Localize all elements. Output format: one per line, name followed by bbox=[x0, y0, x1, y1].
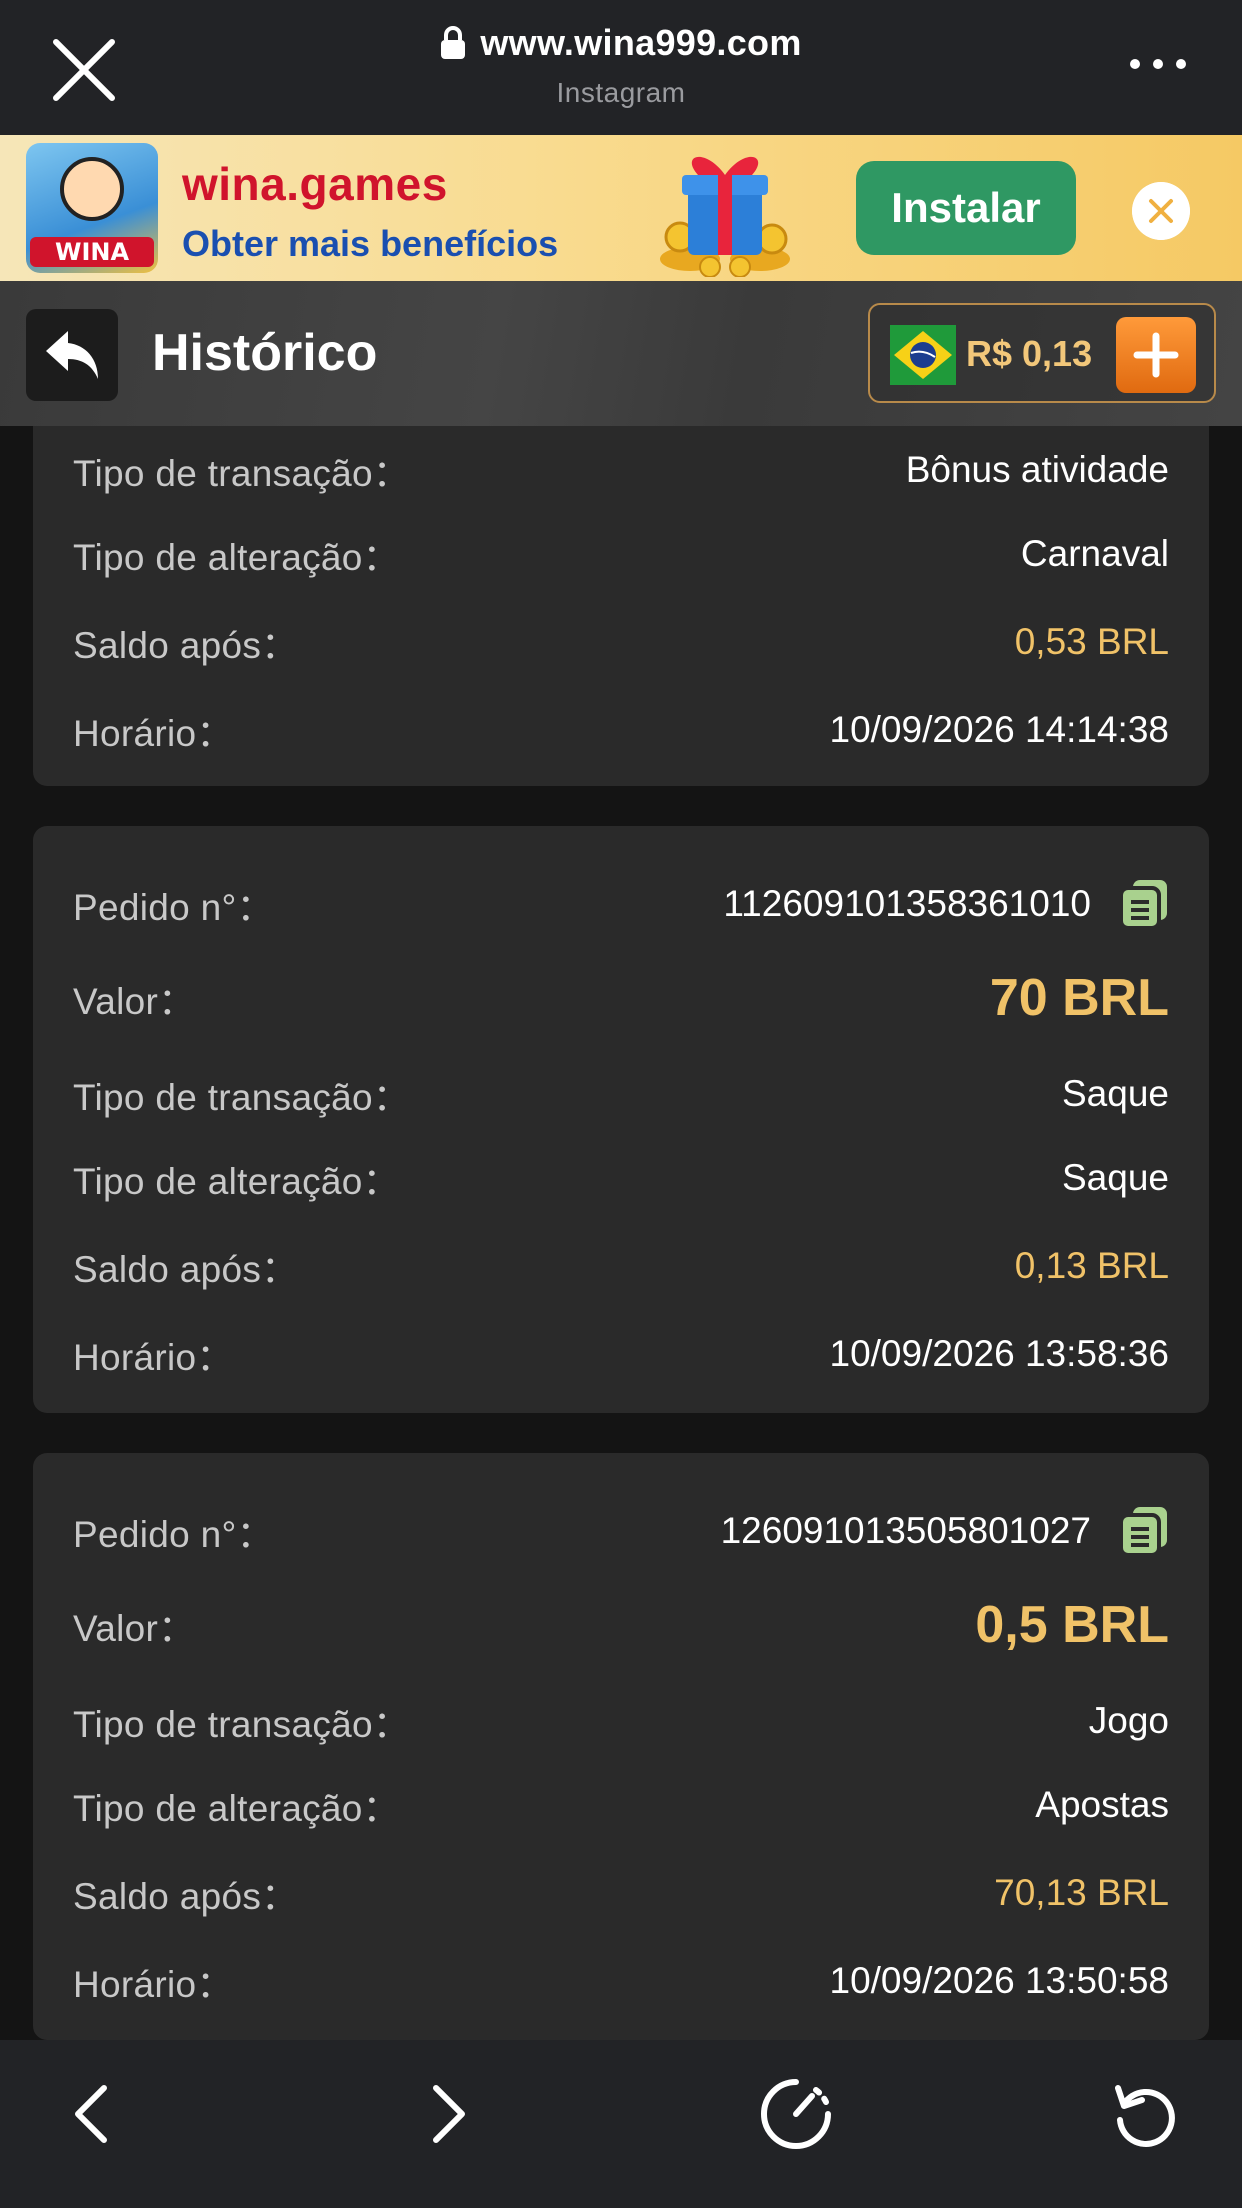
plus-icon bbox=[1133, 332, 1179, 378]
copy-icon[interactable] bbox=[1119, 1505, 1169, 1557]
row-value: Saque bbox=[1062, 1157, 1169, 1198]
chevron-left-icon[interactable] bbox=[54, 2074, 134, 2154]
row-label: Tipo de transação： bbox=[73, 453, 411, 494]
row-value: 10/09/2026 13:50:58 bbox=[829, 1960, 1170, 2001]
chevron-right-icon[interactable] bbox=[406, 2074, 486, 2154]
row-value: 0,53 BRL bbox=[1014, 621, 1169, 662]
row-value: Apostas bbox=[1035, 1784, 1169, 1825]
amount-value: 70 BRL bbox=[989, 969, 1169, 1027]
row-label: Tipo de transação： bbox=[73, 1704, 411, 1745]
row-value: Carnaval bbox=[1020, 533, 1169, 574]
row-label: Valor： bbox=[73, 1608, 196, 1649]
row-label: Pedido n°： bbox=[73, 887, 274, 928]
order-number: 126091013505801027 bbox=[720, 1510, 1091, 1551]
transaction-card: Pedido n°： 126091013505801027 Valor： 0,5… bbox=[33, 1453, 1209, 2040]
row-value: 10/09/2026 13:58:36 bbox=[829, 1333, 1170, 1374]
gift-icon bbox=[660, 156, 790, 277]
row-value: Bônus atividade bbox=[905, 449, 1169, 490]
speed-icon[interactable] bbox=[756, 2074, 836, 2154]
row-transaction-type: Tipo de transação： Bônus atividade bbox=[73, 440, 1169, 500]
transaction-card: Pedido n°： 112609101358361010 Valor： 70 … bbox=[33, 826, 1209, 1413]
row-value: Saque bbox=[1062, 1073, 1169, 1114]
transaction-list[interactable]: Tipo de transação： Bônus atividade Tipo … bbox=[0, 426, 1242, 2040]
row-transaction-type: Tipo de transação： Jogo bbox=[73, 1691, 1169, 1751]
browser-bottom-toolbar bbox=[0, 2040, 1242, 2208]
row-label: Tipo de alteração： bbox=[73, 537, 400, 578]
source-app-label: Instagram bbox=[556, 77, 686, 108]
row-amount: Valor： 0,5 BRL bbox=[73, 1595, 1169, 1655]
row-label: Saldo após： bbox=[73, 1249, 299, 1290]
row-change-type: Tipo de alteração： Apostas bbox=[73, 1775, 1169, 1835]
address-area[interactable]: www.wina999.com Instagram bbox=[0, 22, 1242, 109]
copy-icon[interactable] bbox=[1119, 878, 1169, 930]
row-change-type: Tipo de alteração： Saque bbox=[73, 1148, 1169, 1208]
banner-close-icon[interactable] bbox=[1132, 182, 1190, 240]
row-amount: Valor： 70 BRL bbox=[73, 968, 1169, 1028]
row-time: Horário： 10/09/2026 13:50:58 bbox=[73, 1951, 1169, 2011]
logo-text: WINA bbox=[30, 237, 154, 267]
back-button[interactable] bbox=[26, 309, 118, 401]
balance-amount: R$ 0,13 bbox=[966, 333, 1093, 374]
amount-value: 0,5 BRL bbox=[975, 1596, 1169, 1654]
row-time: Horário： 10/09/2026 13:58:36 bbox=[73, 1324, 1169, 1384]
row-value: 10/09/2026 14:14:38 bbox=[829, 709, 1170, 750]
row-label: Tipo de transação： bbox=[73, 1077, 411, 1118]
row-balance-after: Saldo após： 0,13 BRL bbox=[73, 1236, 1169, 1296]
browser-top-bar: www.wina999.com Instagram bbox=[0, 0, 1242, 135]
row-change-type: Tipo de alteração： Carnaval bbox=[73, 524, 1169, 584]
page-title: Histórico bbox=[152, 324, 378, 382]
row-balance-after: Saldo após： 0,53 BRL bbox=[73, 612, 1169, 672]
order-number: 112609101358361010 bbox=[723, 883, 1091, 924]
row-value: Jogo bbox=[1088, 1700, 1169, 1741]
row-balance-after: Saldo após： 70,13 BRL bbox=[73, 1863, 1169, 1923]
row-label: Horário： bbox=[73, 713, 234, 754]
row-label: Horário： bbox=[73, 1964, 234, 2005]
banner-subtitle: Obter mais benefícios bbox=[182, 223, 559, 264]
row-label: Tipo de alteração： bbox=[73, 1788, 400, 1829]
row-order-number: Pedido n°： 112609101358361010 bbox=[73, 874, 1169, 934]
back-arrow-icon bbox=[46, 331, 98, 379]
row-label: Valor： bbox=[73, 981, 196, 1022]
url-text: www.wina999.com bbox=[480, 22, 802, 63]
row-value: 0,13 BRL bbox=[1014, 1245, 1169, 1286]
banner-title: wina.games bbox=[182, 158, 448, 210]
transaction-card: Tipo de transação： Bônus atividade Tipo … bbox=[33, 426, 1209, 786]
install-banner: WINA wina.games Obter mais benefícios In… bbox=[0, 135, 1242, 281]
install-button[interactable]: Instalar bbox=[856, 161, 1076, 255]
row-value: 70,13 BRL bbox=[994, 1872, 1169, 1913]
row-time: Horário： 10/09/2026 14:14:38 bbox=[73, 700, 1169, 760]
row-label: Tipo de alteração： bbox=[73, 1161, 400, 1202]
row-order-number: Pedido n°： 126091013505801027 bbox=[73, 1501, 1169, 1561]
reload-icon[interactable] bbox=[1106, 2074, 1186, 2154]
row-transaction-type: Tipo de transação： Saque bbox=[73, 1064, 1169, 1124]
row-label: Saldo após： bbox=[73, 625, 299, 666]
balance-widget[interactable]: R$ 0,13 bbox=[868, 303, 1216, 403]
deposit-plus-button[interactable] bbox=[1116, 317, 1196, 393]
brazil-flag-icon bbox=[890, 325, 956, 385]
app-logo: WINA bbox=[26, 143, 158, 273]
lock-icon bbox=[441, 26, 466, 59]
row-label: Saldo após： bbox=[73, 1876, 299, 1917]
more-icon[interactable] bbox=[1130, 52, 1186, 76]
row-label: Horário： bbox=[73, 1337, 234, 1378]
row-label: Pedido n°： bbox=[73, 1514, 274, 1555]
page-header: Histórico R$ 0,13 bbox=[0, 281, 1242, 426]
